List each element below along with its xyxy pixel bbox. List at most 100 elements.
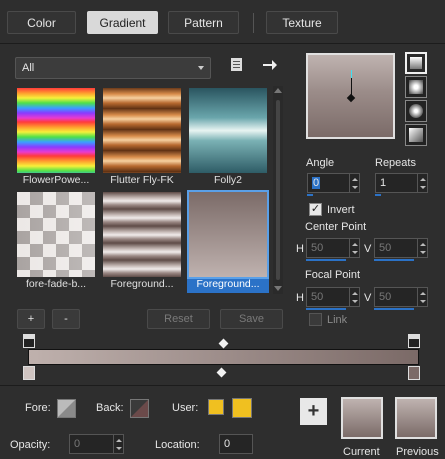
center-h-stepper[interactable]: 50 (306, 238, 360, 258)
center-h-stepper-arrows[interactable] (349, 239, 359, 257)
scrollbar-thumb[interactable] (276, 100, 280, 280)
focal-v-label: V (364, 292, 372, 304)
fore-label: Fore: (25, 402, 51, 414)
gradient-swatch (103, 192, 181, 277)
gradient-stop-top-right[interactable] (408, 334, 420, 348)
gradient-item-flowerpower[interactable]: FlowerPowe... (15, 86, 97, 189)
gradient-preview[interactable] (306, 53, 395, 139)
top-divider (0, 43, 445, 44)
opacity-label: Opacity: (10, 439, 51, 451)
link-checkbox[interactable] (309, 313, 322, 326)
tab-pattern[interactable]: Pattern (168, 11, 239, 34)
focal-v-stepper-arrows[interactable] (417, 288, 427, 306)
focal-h-stepper-arrows[interactable] (349, 288, 359, 306)
invert-label: Invert (327, 204, 355, 216)
previous-label: Previous (396, 446, 439, 458)
invert-checkbox[interactable]: ✓ (309, 203, 322, 216)
focal-point-label: Focal Point (305, 269, 361, 281)
gradient-item-foreground-selected[interactable]: Foreground... (187, 190, 269, 293)
color-midpoint-marker[interactable] (216, 367, 227, 378)
focal-h-label: H (296, 292, 304, 304)
tab-texture[interactable]: Texture (266, 11, 338, 34)
focal-v-slider[interactable] (374, 308, 414, 310)
back-label: Back: (96, 402, 124, 414)
repeats-stepper[interactable]: 1 (375, 173, 428, 193)
fore-swatch[interactable] (57, 399, 76, 418)
gradient-stop-top-left[interactable] (23, 334, 35, 348)
repeats-slider[interactable] (375, 194, 381, 196)
category-dropdown-value: All (22, 62, 35, 74)
reset-button[interactable]: Reset (147, 309, 210, 329)
radial-style-icon[interactable] (405, 124, 427, 146)
list-menu-icon[interactable] (231, 58, 242, 71)
opacity-midpoint-marker[interactable] (218, 338, 229, 349)
add-gradient-button[interactable]: + (17, 309, 45, 329)
tab-separator (253, 13, 254, 33)
bottom-divider (0, 385, 445, 386)
arrow-right-icon[interactable] (262, 57, 278, 73)
angle-slider[interactable] (307, 194, 313, 196)
scroll-up-icon[interactable] (274, 88, 282, 93)
location-value: 0 (224, 438, 231, 450)
chevron-down-icon (198, 66, 204, 70)
add-to-swatches-button[interactable]: + (300, 398, 327, 425)
center-v-label: V (364, 243, 372, 255)
rectangular-style-icon[interactable] (405, 76, 427, 98)
linear-style-icon[interactable] (405, 52, 427, 74)
focal-h-slider[interactable] (306, 308, 346, 310)
repeats-stepper-arrows[interactable] (417, 174, 427, 192)
gradient-grid: FlowerPowe... Flutter Fly-FK Folly2 fore… (15, 86, 270, 298)
category-dropdown[interactable]: All (15, 57, 211, 79)
center-v-value: 50 (379, 242, 392, 254)
user-color-swatch-large[interactable] (232, 398, 252, 418)
location-label: Location: (155, 439, 200, 451)
gradient-item-fore-fade[interactable]: fore-fade-b... (15, 190, 97, 293)
previous-gradient-swatch[interactable] (395, 397, 437, 439)
gradient-editor-bar[interactable] (28, 349, 419, 365)
location-field[interactable]: 0 (219, 434, 253, 454)
gradient-stop-bottom-left[interactable] (23, 366, 35, 380)
gradient-stop-bottom-right[interactable] (408, 366, 420, 380)
gradient-swatch (189, 88, 267, 173)
back-swatch[interactable] (130, 399, 149, 418)
gradient-label: Foreground... (110, 278, 174, 290)
save-button[interactable]: Save (220, 309, 283, 329)
gradient-label: FlowerPowe... (22, 174, 90, 186)
gradient-label: Flutter Fly-FK (110, 174, 174, 186)
user-color-swatch[interactable] (208, 399, 224, 415)
angle-stepper[interactable]: 0 (307, 173, 360, 193)
gradient-swatch (103, 88, 181, 173)
angle-stepper-arrows[interactable] (349, 174, 359, 192)
gradient-label: fore-fade-b... (25, 278, 87, 290)
center-h-value: 50 (311, 242, 324, 254)
gradient-item-folly2[interactable]: Folly2 (187, 86, 269, 189)
center-h-label: H (296, 243, 304, 255)
angle-label: Angle (306, 157, 335, 169)
gradient-label: Foreground... (196, 278, 260, 290)
gradient-swatch (17, 88, 95, 173)
focal-v-stepper[interactable]: 50 (374, 287, 428, 307)
center-point-label: Center Point (305, 221, 367, 233)
focal-h-stepper[interactable]: 50 (306, 287, 360, 307)
user-label: User: (172, 402, 199, 414)
angle-value: 0 (312, 177, 321, 189)
center-v-slider[interactable] (374, 259, 414, 261)
current-label: Current (343, 446, 380, 458)
center-v-stepper[interactable]: 50 (374, 238, 428, 258)
gradient-swatch (187, 190, 269, 279)
opacity-stepper[interactable]: 0 (69, 434, 124, 454)
focal-h-value: 50 (311, 291, 324, 303)
link-label: Link (327, 314, 348, 326)
opacity-stepper-arrows[interactable] (113, 435, 123, 453)
angle-handle-icon[interactable] (346, 93, 356, 103)
center-v-stepper-arrows[interactable] (417, 239, 427, 257)
sunburst-style-icon[interactable] (405, 100, 427, 122)
remove-gradient-button[interactable]: - (52, 309, 80, 329)
center-h-slider[interactable] (306, 259, 346, 261)
tab-gradient[interactable]: Gradient (87, 11, 158, 34)
gradient-item-foreground-stripes[interactable]: Foreground... (101, 190, 183, 293)
tab-color[interactable]: Color (7, 11, 76, 34)
scroll-down-icon[interactable] (274, 286, 282, 291)
current-gradient-swatch (341, 397, 383, 439)
gradient-item-flutter-fly[interactable]: Flutter Fly-FK (101, 86, 183, 189)
